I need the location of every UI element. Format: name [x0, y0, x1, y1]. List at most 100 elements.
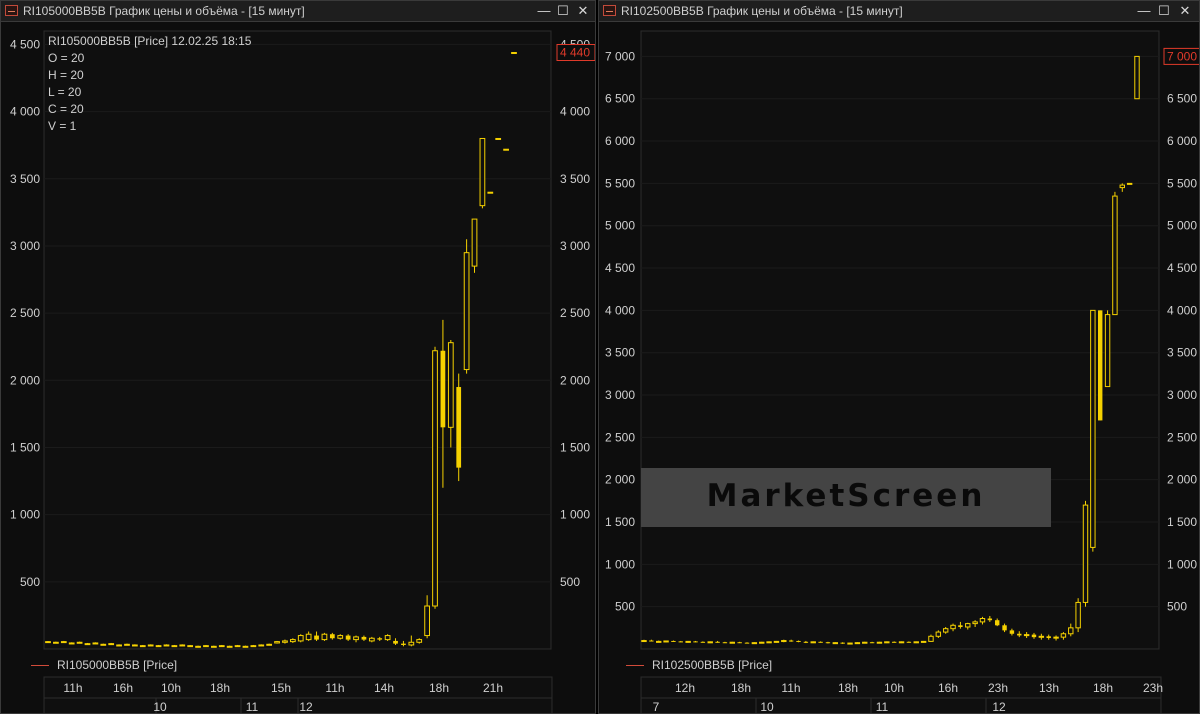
candle-body	[766, 641, 772, 644]
y-tick-label-left: 6 500	[605, 92, 635, 106]
candle-body	[1017, 633, 1022, 636]
y-tick-label-left: 1 500	[605, 515, 635, 529]
candle-body	[641, 640, 647, 643]
y-tick-label-right: 3 000	[560, 239, 590, 253]
candle-body	[242, 645, 249, 648]
candle-body	[76, 641, 83, 644]
candle-body	[314, 635, 319, 640]
x-tick-label: 11h	[63, 681, 82, 695]
series-legend[interactable]: RI105000BB5B [Price]	[31, 658, 177, 672]
candle-body	[935, 631, 942, 637]
series-legend[interactable]: RI102500BB5B [Price]	[626, 658, 772, 672]
ohlc-info-panel: RI105000BB5B [Price] 12.02.25 18:15 O = …	[48, 33, 251, 135]
candle-body	[685, 640, 691, 643]
candle-body	[891, 641, 897, 643]
last-price-label: 4 440	[560, 45, 590, 59]
candle-body	[1060, 633, 1067, 638]
candle-body	[810, 641, 816, 644]
candle-body	[1002, 625, 1007, 631]
x-tick-label: 23h	[1143, 681, 1163, 695]
candle-body	[250, 645, 257, 648]
y-tick-label-right: 2 000	[560, 373, 590, 387]
y-tick-label-right: 2 000	[1167, 473, 1197, 487]
x-tick-label: 18h	[1093, 681, 1113, 695]
candle-body	[155, 645, 162, 648]
y-tick-label-left: 5 500	[605, 176, 635, 190]
candle-body	[495, 137, 502, 140]
legend-label: RI105000BB5B [Price]	[57, 658, 178, 672]
x-tick-label: 14h	[374, 681, 394, 695]
candle-body	[108, 643, 115, 646]
candle-body	[876, 641, 883, 644]
candle-body	[965, 623, 971, 628]
candle-body	[663, 640, 669, 643]
candle-body	[818, 641, 823, 643]
x-tick-label: 16h	[938, 681, 958, 695]
x-date-label: 10	[153, 700, 167, 714]
y-tick-label-left: 4 000	[605, 303, 635, 317]
y-tick-label-left: 7 000	[605, 49, 635, 63]
candle-body	[345, 635, 351, 640]
x-tick-label: 12h	[675, 681, 695, 695]
candle-body	[744, 642, 750, 644]
candle-body	[266, 643, 273, 646]
x-tick-label: 16h	[113, 681, 133, 695]
y-tick-label-right: 1 000	[1167, 557, 1197, 571]
candle-body	[649, 640, 654, 642]
candle-body	[1090, 309, 1096, 548]
x-axis-date-row	[640, 697, 1162, 713]
candle-body	[1046, 636, 1051, 638]
candle-body	[487, 191, 494, 194]
candle-body	[972, 621, 978, 625]
candle-body	[693, 641, 698, 643]
candle-body	[950, 624, 956, 630]
candle-body	[282, 640, 288, 643]
candle-body	[1119, 184, 1125, 189]
y-tick-label-right: 2 500	[1167, 430, 1197, 444]
candle-body	[1053, 636, 1059, 639]
price-chart-area[interactable]: 500 500 1 000 1 000 1 500 1 500 2 000 2 000 2 50…	[599, 1, 1200, 714]
x-tick-label: 13h	[1039, 681, 1059, 695]
candle-body	[479, 137, 486, 207]
y-tick-label-right: 6 500	[1167, 92, 1197, 106]
candle-body	[179, 644, 186, 647]
candle-body	[432, 350, 438, 607]
candle-body	[321, 633, 328, 641]
candle-body	[503, 148, 509, 151]
legend-line-swatch	[626, 665, 644, 667]
candle-body	[656, 640, 662, 643]
x-tick-label: 18h	[210, 681, 230, 695]
candle-body	[737, 642, 742, 644]
candle-body	[289, 639, 296, 643]
candle-body	[139, 645, 146, 648]
y-tick-label-right: 3 000	[1167, 388, 1197, 402]
candle-body	[796, 640, 801, 642]
candle-body	[1126, 182, 1133, 185]
candle-body	[1068, 627, 1074, 635]
candle-body	[116, 644, 122, 647]
y-tick-label-right: 4 000	[1167, 303, 1197, 317]
candle-body	[1134, 55, 1140, 100]
ohlc-volume: V = 1	[48, 119, 77, 133]
candle-body	[987, 618, 993, 621]
candle-body	[195, 645, 201, 648]
candle-body	[906, 641, 912, 643]
y-tick-label-left: 3 500	[605, 346, 635, 360]
candle-body	[68, 642, 75, 645]
candle-body	[353, 636, 359, 641]
candle-body	[424, 605, 430, 637]
candle-body	[53, 641, 59, 644]
candle-body	[825, 642, 831, 644]
candle-body	[258, 644, 265, 647]
candle-body	[440, 350, 446, 428]
y-tick-label-left: 3 000	[10, 239, 40, 253]
y-tick-label-left: 1 500	[10, 440, 40, 454]
x-date-label: 12	[299, 700, 313, 714]
candle-body	[210, 645, 217, 648]
candle-body	[100, 643, 107, 646]
y-tick-label-left: 5 000	[605, 219, 635, 233]
candle-body	[60, 641, 67, 644]
candle-body	[884, 641, 890, 644]
candle-body	[203, 645, 209, 648]
ohlc-low: L = 20	[48, 85, 82, 99]
